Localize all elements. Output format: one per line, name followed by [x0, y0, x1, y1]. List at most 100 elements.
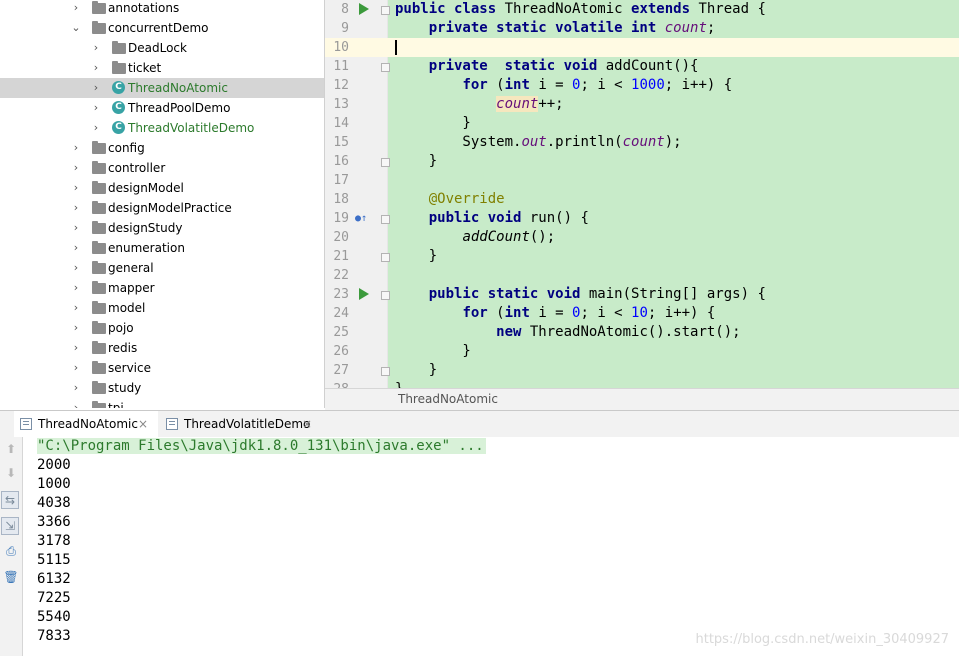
chevron-right-icon[interactable]: ›	[90, 78, 102, 98]
code-line[interactable]: 24 for (int i = 0; i < 10; i++) {	[325, 304, 959, 323]
code-line[interactable]: 8 public class ThreadNoAtomic extends Thr…	[325, 0, 959, 19]
code-token: run() {	[529, 210, 589, 226]
fold-marker-icon[interactable]	[381, 63, 390, 72]
fold-marker-icon[interactable]	[381, 367, 390, 376]
tree-item-study[interactable]: › study	[0, 378, 324, 398]
code-token: (	[496, 77, 505, 93]
fold-marker-icon[interactable]	[381, 158, 390, 167]
run-gutter-icon[interactable]	[359, 3, 369, 15]
package-folder-icon	[92, 241, 106, 254]
tree-item-redis[interactable]: › redis	[0, 338, 324, 358]
chevron-right-icon[interactable]: ›	[90, 38, 102, 58]
scroll-to-end-icon[interactable]: ⇲	[1, 517, 19, 535]
tree-item-enumeration[interactable]: › enumeration	[0, 238, 324, 258]
package-folder-icon	[92, 221, 106, 234]
code-line[interactable]: 9 private static volatile int count;	[325, 19, 959, 38]
chevron-right-icon[interactable]: ›	[70, 198, 82, 218]
tree-item-annotations[interactable]: › annotations	[0, 0, 324, 18]
run-console[interactable]: "C:\Program Files\Java\jdk1.8.0_131\bin\…	[23, 437, 959, 656]
code-line[interactable]: 20 addCount();	[325, 228, 959, 247]
run-gutter-icon[interactable]	[359, 288, 369, 300]
chevron-right-icon[interactable]: ›	[70, 278, 82, 298]
tree-item-service[interactable]: › service	[0, 358, 324, 378]
code-line[interactable]: 16 }	[325, 152, 959, 171]
chevron-right-icon[interactable]: ›	[70, 158, 82, 178]
tree-item-threadnoatomic[interactable]: › C ThreadNoAtomic	[0, 78, 324, 98]
code-line[interactable]: 13 count++;	[325, 95, 959, 114]
chevron-right-icon[interactable]: ›	[70, 178, 82, 198]
override-gutter-icon[interactable]: ●↑	[355, 213, 369, 225]
fold-marker-icon[interactable]	[381, 291, 390, 300]
chevron-right-icon[interactable]: ›	[90, 58, 102, 78]
soft-wrap-icon[interactable]: ⇆	[1, 491, 19, 509]
tree-item-controller[interactable]: › controller	[0, 158, 324, 178]
code-line[interactable]: 15 System.out.println(count);	[325, 133, 959, 152]
scroll-up-icon[interactable]: ⬆	[3, 441, 19, 457]
tree-item-general[interactable]: › general	[0, 258, 324, 278]
clear-all-icon[interactable]: 🗑	[3, 569, 19, 585]
tree-item-model[interactable]: › model	[0, 298, 324, 318]
code-line[interactable]: 25 new ThreadNoAtomic().start();	[325, 323, 959, 342]
chevron-right-icon[interactable]: ›	[70, 398, 82, 408]
code-line[interactable]: 27 }	[325, 361, 959, 380]
text-caret	[395, 40, 397, 55]
code-line[interactable]: 26 }	[325, 342, 959, 361]
fold-marker-icon[interactable]	[381, 215, 390, 224]
code-token: int	[504, 77, 539, 93]
line-number: 13	[333, 97, 349, 112]
run-tab-threadnoatomic[interactable]: ThreadNoAtomic ×	[14, 411, 158, 437]
tree-item-deadlock[interactable]: › DeadLock	[0, 38, 324, 58]
chevron-right-icon[interactable]: ›	[70, 378, 82, 398]
code-line[interactable]: 23 public static void main(String[] args…	[325, 285, 959, 304]
run-tab-threadvolatitledemo[interactable]: ThreadVolatitleDemo ×	[160, 411, 322, 437]
chevron-right-icon[interactable]: ›	[70, 358, 82, 378]
chevron-right-icon[interactable]: ›	[70, 218, 82, 238]
chevron-right-icon[interactable]: ›	[70, 338, 82, 358]
close-tab-icon[interactable]: ×	[302, 411, 312, 437]
chevron-right-icon[interactable]: ›	[70, 0, 82, 18]
chevron-right-icon[interactable]: ›	[70, 258, 82, 278]
code-line[interactable]: 21 }	[325, 247, 959, 266]
tree-item-mapper[interactable]: › mapper	[0, 278, 324, 298]
editor-breadcrumb[interactable]: ThreadNoAtomic	[398, 389, 498, 410]
code-line[interactable]: 12 for (int i = 0; i < 1000; i++) {	[325, 76, 959, 95]
tree-item-designmodelpractice[interactable]: › designModelPractice	[0, 198, 324, 218]
chevron-down-icon[interactable]: ⌄	[70, 18, 82, 38]
code-line[interactable]: 28}	[325, 380, 959, 388]
print-icon[interactable]: ⎙	[3, 543, 19, 559]
tree-item-ticket[interactable]: › ticket	[0, 58, 324, 78]
tree-item-designmodel[interactable]: › designModel	[0, 178, 324, 198]
chevron-right-icon[interactable]: ›	[90, 98, 102, 118]
fold-marker-icon[interactable]	[381, 253, 390, 262]
tree-item-tpi[interactable]: › tpi	[0, 398, 324, 408]
close-tab-icon[interactable]: ×	[138, 411, 148, 437]
tree-item-designstudy[interactable]: › designStudy	[0, 218, 324, 238]
scroll-down-icon[interactable]: ⬇	[3, 465, 19, 481]
code-line[interactable]: 11 private static void addCount(){	[325, 57, 959, 76]
console-tab-icon	[166, 418, 178, 430]
code-line[interactable]: 18 @Override	[325, 190, 959, 209]
tree-item-config[interactable]: › config	[0, 138, 324, 158]
code-token: }	[395, 381, 403, 388]
tree-item-label: service	[108, 361, 151, 375]
code-token: }	[395, 343, 471, 359]
code-line[interactable]: 10	[325, 38, 959, 57]
chevron-right-icon[interactable]: ›	[70, 238, 82, 258]
chevron-right-icon[interactable]: ›	[70, 318, 82, 338]
chevron-right-icon[interactable]: ›	[90, 118, 102, 138]
code-line[interactable]: 14 }	[325, 114, 959, 133]
code-line[interactable]: 17	[325, 171, 959, 190]
tree-item-threadvolatitledemo[interactable]: › C ThreadVolatitleDemo	[0, 118, 324, 138]
code-line[interactable]: 19 ●↑ public void run() {	[325, 209, 959, 228]
chevron-right-icon[interactable]: ›	[70, 138, 82, 158]
chevron-right-icon[interactable]: ›	[70, 298, 82, 318]
line-number: 18	[333, 192, 349, 207]
fold-marker-icon[interactable]	[381, 6, 390, 15]
tree-item-threadpooldemo[interactable]: › C ThreadPoolDemo	[0, 98, 324, 118]
line-number: 9	[341, 21, 349, 36]
tree-item-pojo[interactable]: › pojo	[0, 318, 324, 338]
code-editor[interactable]: 8 public class ThreadNoAtomic extends Thr…	[325, 0, 959, 388]
tree-item-concurrentdemo[interactable]: ⌄ concurrentDemo	[0, 18, 324, 38]
code-line[interactable]: 22	[325, 266, 959, 285]
